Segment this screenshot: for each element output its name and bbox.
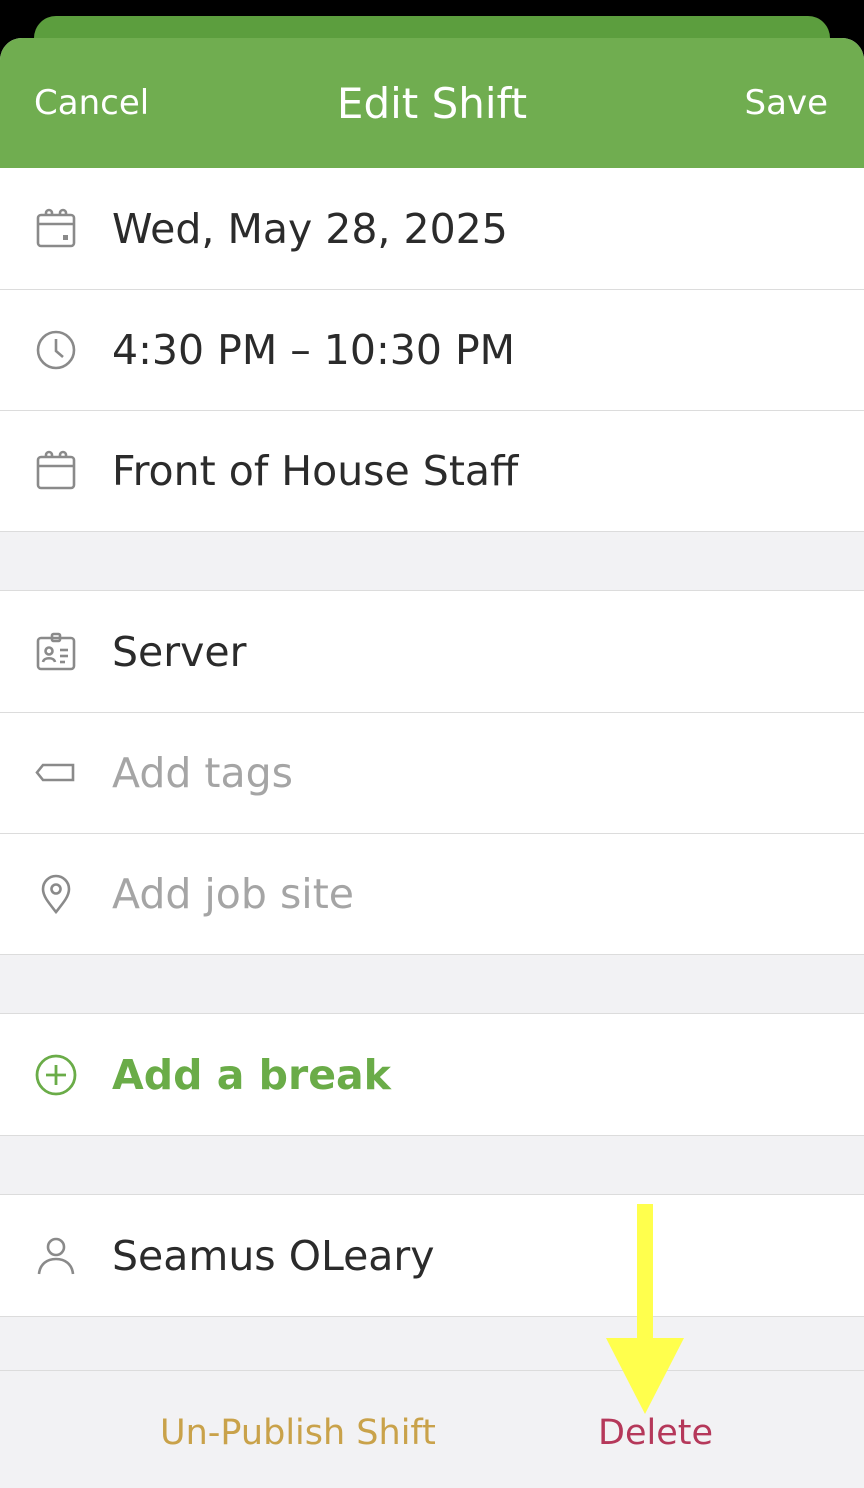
add-break-label: Add a break bbox=[112, 1050, 391, 1099]
shift-date: Wed, May 28, 2025 bbox=[112, 204, 508, 253]
position-name: Server bbox=[112, 627, 247, 676]
unpublish-shift-button[interactable]: Un-Publish Shift bbox=[160, 1413, 436, 1453]
edit-shift-sheet: Cancel Edit Shift Save Wed, May 28, 2025 bbox=[0, 38, 864, 1488]
job-site-row[interactable]: Add job site bbox=[0, 833, 864, 954]
calendar-icon bbox=[0, 448, 112, 494]
assignee-row[interactable]: Seamus OLeary bbox=[0, 1195, 864, 1316]
id-badge-icon bbox=[0, 629, 112, 675]
tag-icon bbox=[0, 750, 112, 796]
date-row[interactable]: Wed, May 28, 2025 bbox=[0, 168, 864, 289]
save-button[interactable]: Save bbox=[745, 83, 828, 123]
arrow-down-icon bbox=[606, 1204, 684, 1414]
nav-bar: Cancel Edit Shift Save bbox=[0, 38, 864, 168]
screen: Cancel Edit Shift Save Wed, May 28, 2025 bbox=[0, 0, 864, 1488]
breaks-group: Add a break bbox=[0, 1013, 864, 1136]
shift-details-group: Server Add tags Add job site bbox=[0, 590, 864, 955]
shift-time: 4:30 PM – 10:30 PM bbox=[112, 325, 516, 374]
action-footer: Un-Publish Shift Delete bbox=[0, 1370, 864, 1488]
schedule-name: Front of House Staff bbox=[112, 446, 519, 495]
time-row[interactable]: 4:30 PM – 10:30 PM bbox=[0, 289, 864, 410]
job-site-placeholder: Add job site bbox=[112, 869, 354, 918]
clock-icon bbox=[0, 327, 112, 373]
tags-placeholder: Add tags bbox=[112, 748, 293, 797]
schedule-row[interactable]: Front of House Staff bbox=[0, 410, 864, 531]
person-icon bbox=[0, 1233, 112, 1279]
assignee-name: Seamus OLeary bbox=[112, 1231, 435, 1280]
plus-circle-icon bbox=[0, 1052, 112, 1098]
add-break-button[interactable]: Add a break bbox=[0, 1014, 864, 1135]
shift-basics-group: Wed, May 28, 2025 4:30 PM – 10:30 PM Fro… bbox=[0, 168, 864, 532]
tags-row[interactable]: Add tags bbox=[0, 712, 864, 833]
location-pin-icon bbox=[0, 871, 112, 917]
cancel-button[interactable]: Cancel bbox=[34, 83, 149, 123]
assignee-group: Seamus OLeary bbox=[0, 1194, 864, 1317]
calendar-icon bbox=[0, 206, 112, 252]
position-row[interactable]: Server bbox=[0, 591, 864, 712]
delete-button[interactable]: Delete bbox=[598, 1413, 713, 1453]
